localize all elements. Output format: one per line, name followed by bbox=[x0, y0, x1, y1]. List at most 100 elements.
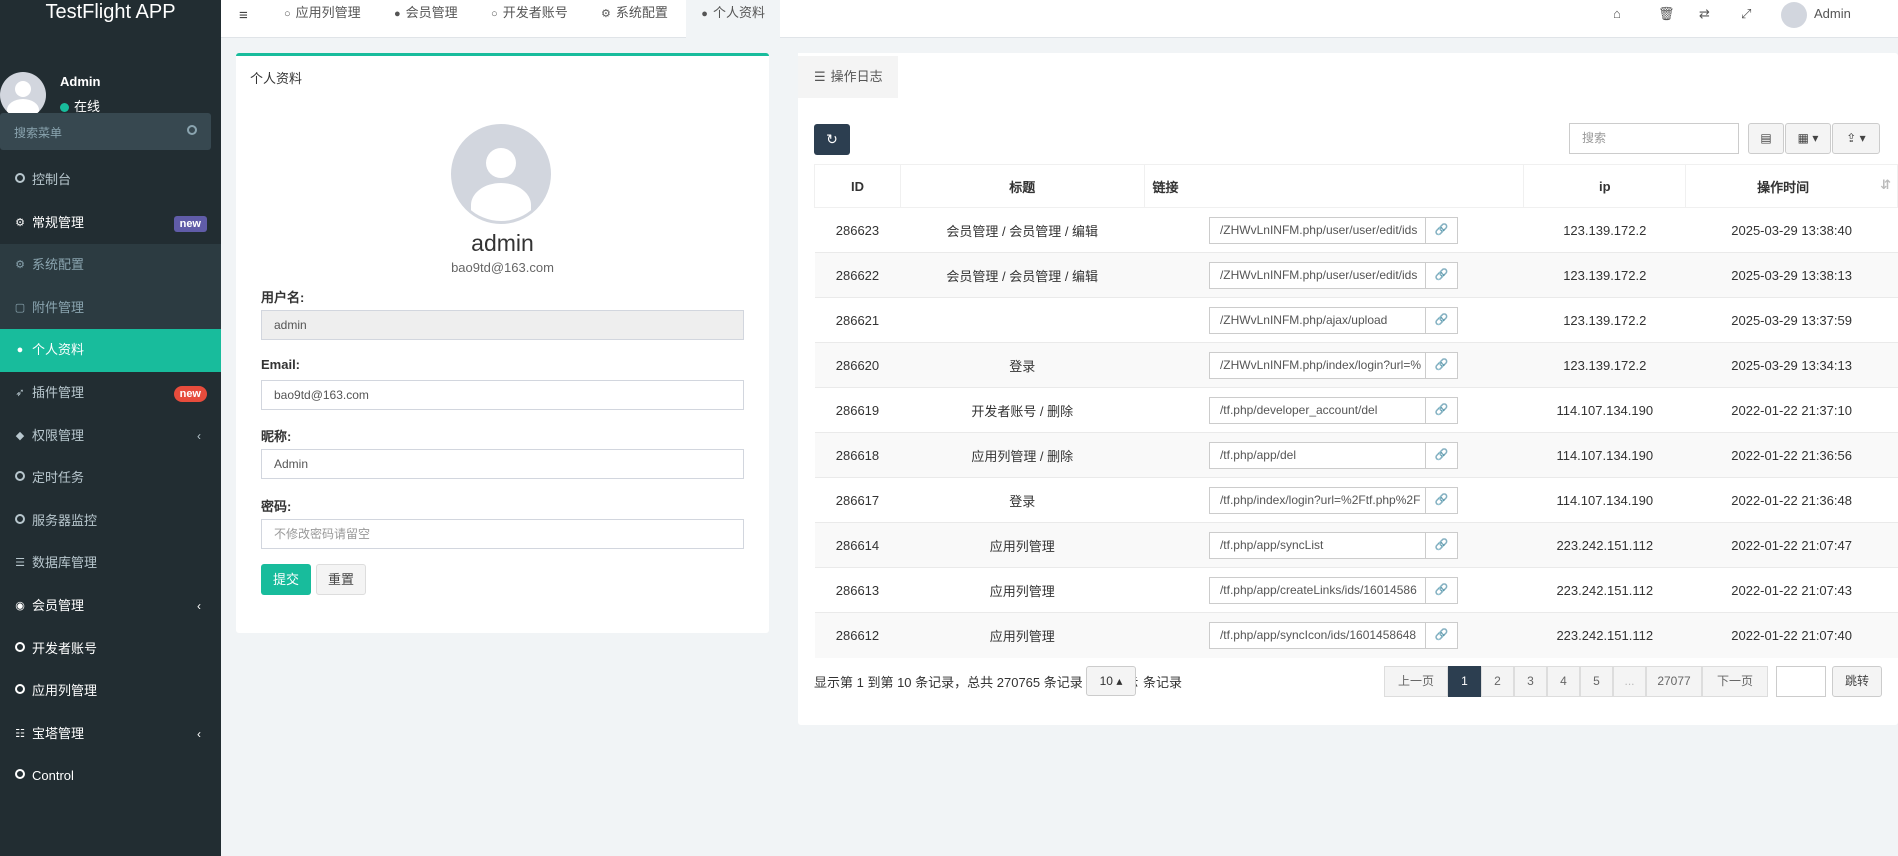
prev-page-button[interactable]: 上一页 bbox=[1384, 666, 1448, 697]
table-row[interactable]: 286612 应用列管理/tf.php/app/syncIcon/ids/1601… bbox=[814, 612, 1898, 658]
column-header-id[interactable]: ID bbox=[814, 164, 901, 208]
sidebar-item-general[interactable]: ⚙ 常规管理 new bbox=[0, 202, 221, 245]
sidebar-item-profile[interactable]: ● 个人资料 bbox=[0, 329, 221, 372]
cell-title: 会员管理 / 会员管理 / 编辑 bbox=[900, 207, 1145, 253]
column-header-url[interactable]: 链接 bbox=[1143, 164, 1525, 208]
trash-icon[interactable]: 🗑 bbox=[1658, 6, 1675, 22]
nickname-field[interactable]: Admin bbox=[261, 449, 744, 479]
language-icon[interactable]: ⇄ bbox=[1699, 6, 1710, 22]
export-button[interactable]: ⇪ ▾ bbox=[1832, 123, 1880, 154]
link-icon[interactable]: 🔗 bbox=[1425, 306, 1458, 334]
next-page-button[interactable]: 下一页 bbox=[1702, 666, 1768, 697]
column-header-time[interactable]: 操作时间 ⇵ bbox=[1685, 164, 1898, 208]
link-icon[interactable]: 🔗 bbox=[1425, 261, 1458, 289]
url-field[interactable]: /ZHWvLnINFM.php/user/user/edit/ids bbox=[1208, 216, 1426, 244]
email-field[interactable]: bao9td@163.com bbox=[261, 380, 744, 410]
sidebar-item-attachments[interactable]: ▢ 附件管理 bbox=[0, 286, 221, 330]
url-field[interactable]: /tf.php/app/syncList bbox=[1208, 531, 1426, 559]
columns-button[interactable]: ▦ ▾ bbox=[1785, 123, 1831, 154]
jump-page-input[interactable] bbox=[1776, 666, 1826, 697]
cell-ip[interactable]: 223.242.151.112 bbox=[1523, 567, 1686, 613]
toggle-view-button[interactable]: ▤ bbox=[1748, 123, 1784, 154]
table-row[interactable]: 286619 开发者账号 / 删除/tf.php/developer_accoun… bbox=[814, 387, 1898, 433]
sidebar-item-baota[interactable]: ☷ 宝塔管理 ‹ bbox=[0, 713, 221, 756]
search-icon[interactable] bbox=[187, 125, 197, 135]
app-logo-title[interactable]: TestFlight APP bbox=[0, 0, 221, 24]
column-header-title[interactable]: 标题 bbox=[899, 164, 1145, 208]
cell-ip[interactable]: 123.139.172.2 bbox=[1523, 342, 1686, 388]
url-field[interactable]: /tf.php/index/login?url=%2Ftf.php%2F bbox=[1208, 486, 1426, 514]
cell-ip[interactable]: 114.107.134.190 bbox=[1523, 387, 1686, 433]
cell-ip[interactable]: 114.107.134.190 bbox=[1523, 477, 1686, 523]
table-row[interactable]: 286618 应用列管理 / 删除/tf.php/app/del 🔗 114.107.… bbox=[814, 432, 1898, 478]
table-row[interactable]: 286617 登录/tf.php/index/login?url=%2Ftf.ph… bbox=[814, 477, 1898, 523]
page-2-button[interactable]: 2 bbox=[1481, 666, 1514, 697]
tab-members[interactable]: ● 会员管理 bbox=[379, 0, 473, 38]
url-field[interactable]: /tf.php/developer_account/del bbox=[1208, 396, 1426, 424]
fullscreen-icon[interactable]: ⤢ bbox=[1741, 6, 1751, 22]
username-field[interactable]: admin bbox=[261, 310, 744, 340]
page-4-button[interactable]: 4 bbox=[1547, 666, 1580, 697]
table-row[interactable]: 286614 应用列管理/tf.php/app/syncList 🔗 223.242.… bbox=[814, 522, 1898, 568]
sidebar-search-input[interactable]: 搜索菜单 bbox=[0, 113, 211, 150]
jump-button[interactable]: 跳转 bbox=[1832, 666, 1882, 697]
topbar-username[interactable]: Admin bbox=[1814, 6, 1851, 21]
sidebar-item-server-monitor[interactable]: 服务器监控 bbox=[0, 500, 221, 543]
hamburger-menu-icon[interactable]: ≡ bbox=[239, 7, 248, 24]
url-field[interactable]: /ZHWvLnINFM.php/ajax/upload bbox=[1208, 306, 1426, 334]
cell-ip[interactable]: 123.139.172.2 bbox=[1523, 207, 1686, 253]
tab-profile[interactable]: ● 个人资料 bbox=[686, 0, 780, 38]
avatar[interactable] bbox=[1781, 2, 1807, 28]
sidebar-item-plugins[interactable]: ➶ 插件管理 new bbox=[0, 372, 221, 415]
url-field[interactable]: /tf.php/app/createLinks/ids/16014586 bbox=[1208, 576, 1426, 604]
tab-operation-log[interactable]: ☰ 操作日志 bbox=[798, 53, 898, 98]
link-icon[interactable]: 🔗 bbox=[1425, 396, 1458, 424]
password-field[interactable]: 不修改密码请留空 bbox=[261, 519, 744, 549]
sidebar-item-dashboard[interactable]: 控制台 bbox=[0, 159, 221, 202]
reset-button[interactable]: 重置 bbox=[316, 564, 366, 595]
link-icon[interactable]: 🔗 bbox=[1425, 216, 1458, 244]
link-icon[interactable]: 🔗 bbox=[1425, 621, 1458, 649]
sidebar-item-permissions[interactable]: ◆ 权限管理 ‹ bbox=[0, 415, 221, 458]
log-search-input[interactable]: 搜索 bbox=[1569, 123, 1739, 154]
page-5-button[interactable]: 5 bbox=[1580, 666, 1613, 697]
home-icon[interactable]: ⌂ bbox=[1613, 6, 1621, 21]
url-field[interactable]: /ZHWvLnINFM.php/index/login?url=% bbox=[1208, 351, 1426, 379]
cell-ip[interactable]: 123.139.172.2 bbox=[1523, 252, 1686, 298]
tab-app-list[interactable]: ○ 应用列管理 bbox=[269, 0, 376, 38]
cell-ip[interactable]: 223.242.151.112 bbox=[1523, 522, 1686, 568]
sidebar-item-control[interactable]: Control bbox=[0, 755, 221, 798]
refresh-button[interactable]: ↻ bbox=[814, 124, 850, 155]
url-field[interactable]: /tf.php/app/del bbox=[1208, 441, 1426, 469]
link-icon[interactable]: 🔗 bbox=[1425, 531, 1458, 559]
cell-ip[interactable]: 223.242.151.112 bbox=[1523, 612, 1686, 658]
page-1-button[interactable]: 1 bbox=[1448, 666, 1481, 697]
table-row[interactable]: 286621/ZHWvLnINFM.php/ajax/upload 🔗 123.13… bbox=[814, 297, 1898, 343]
url-field[interactable]: /ZHWvLnINFM.php/user/user/edit/ids bbox=[1208, 261, 1426, 289]
cell-ip[interactable]: 114.107.134.190 bbox=[1523, 432, 1686, 478]
sidebar-item-developer-accounts[interactable]: 开发者账号 bbox=[0, 628, 221, 671]
page-size-select[interactable]: 10 ▴ bbox=[1086, 666, 1136, 696]
sidebar-item-database[interactable]: ☰ 数据库管理 bbox=[0, 542, 221, 585]
tab-system-config[interactable]: ⚙ 系统配置 bbox=[586, 0, 683, 38]
sidebar-item-app-list[interactable]: 应用列管理 bbox=[0, 670, 221, 713]
table-row[interactable]: 286620 登录/ZHWvLnINFM.php/index/login?url=… bbox=[814, 342, 1898, 388]
link-icon[interactable]: 🔗 bbox=[1425, 351, 1458, 379]
submit-button[interactable]: 提交 bbox=[261, 564, 311, 595]
sidebar-item-cron[interactable]: 定时任务 bbox=[0, 457, 221, 500]
link-icon[interactable]: 🔗 bbox=[1425, 486, 1458, 514]
table-row[interactable]: 286622 会员管理 / 会员管理 / 编辑/ZHWvLnINFM.php/us… bbox=[814, 252, 1898, 298]
table-row[interactable]: 286613 应用列管理/tf.php/app/createLinks/ids/1… bbox=[814, 567, 1898, 613]
profile-avatar[interactable] bbox=[451, 124, 551, 224]
cell-ip[interactable]: 123.139.172.2 bbox=[1523, 297, 1686, 343]
sidebar-item-system-config[interactable]: ⚙ 系统配置 bbox=[0, 244, 221, 287]
link-icon[interactable]: 🔗 bbox=[1425, 576, 1458, 604]
sidebar-item-members[interactable]: ◉ 会员管理 ‹ bbox=[0, 585, 221, 628]
tab-developer-accounts[interactable]: ○ 开发者账号 bbox=[476, 0, 583, 38]
url-field[interactable]: /tf.php/app/syncIcon/ids/1601458648 bbox=[1208, 621, 1426, 649]
page-last-button[interactable]: 27077 bbox=[1646, 666, 1702, 697]
page-3-button[interactable]: 3 bbox=[1514, 666, 1547, 697]
table-row[interactable]: 286623 会员管理 / 会员管理 / 编辑/ZHWvLnINFM.php/us… bbox=[814, 207, 1898, 253]
column-header-ip[interactable]: ip bbox=[1523, 164, 1687, 208]
link-icon[interactable]: 🔗 bbox=[1425, 441, 1458, 469]
